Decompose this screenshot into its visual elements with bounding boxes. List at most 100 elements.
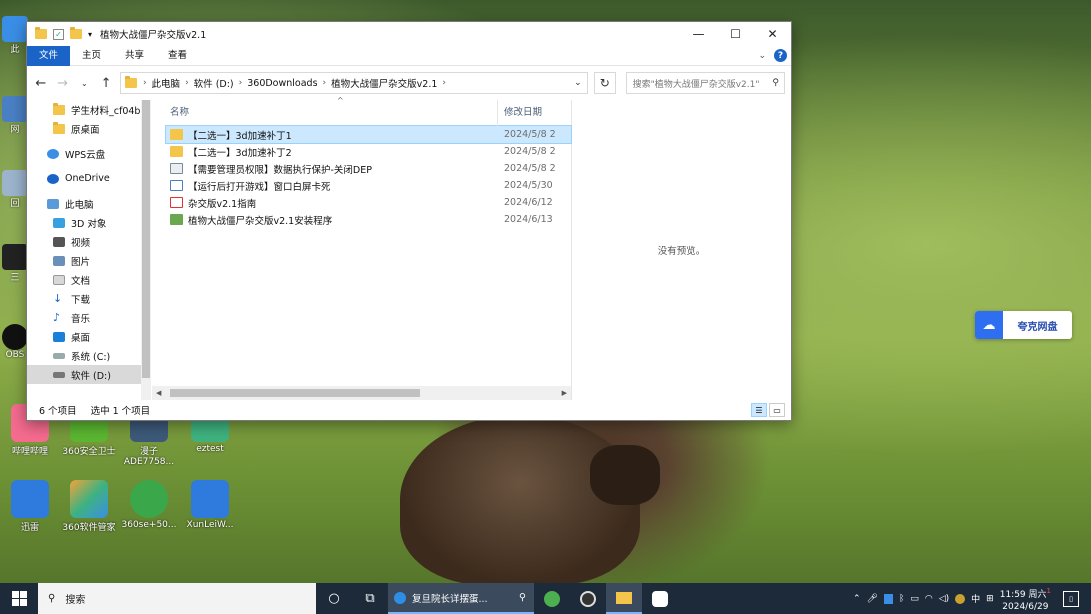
file-row[interactable]: 植物大战僵尸杂交版v2.1安装程序 2024/6/13 [152, 211, 571, 228]
cortana-icon[interactable]: ○ [316, 583, 352, 614]
recent-locations-icon[interactable]: ⌄ [76, 79, 92, 88]
file-row[interactable]: 杂交版v2.1指南 2024/6/12 [152, 194, 571, 211]
forward-button[interactable]: → [55, 76, 71, 91]
horizontal-scrollbar[interactable]: ◀ ▶ [152, 386, 571, 400]
nav-item-pictures[interactable]: 图片 [27, 251, 151, 270]
back-button[interactable]: ← [33, 76, 49, 91]
breadcrumb-drive-d[interactable]: 软件 (D:) [189, 76, 239, 90]
nav-item-downloads[interactable]: ↓ 下载 [27, 289, 151, 308]
netdisk-widget[interactable]: ☁ 夸克网盘 [975, 311, 1072, 339]
netdisk-label: 夸克网盘 [1017, 321, 1058, 333]
new-folder-icon[interactable] [70, 27, 82, 39]
minimize-button[interactable]: — [680, 22, 717, 46]
clock[interactable]: 11:59 周六1 2024/6/29 [1000, 585, 1051, 613]
up-button[interactable]: ↑ [98, 76, 114, 91]
microphone-icon[interactable]: 🎤︎ [867, 594, 878, 604]
nav-item-3d-objects[interactable]: 3D 对象 [27, 213, 151, 232]
scroll-right-icon[interactable]: ▶ [562, 389, 567, 397]
breadcrumb-this-pc[interactable]: 此电脑 [147, 76, 186, 90]
title-bar[interactable]: ✓ ▾ 植物大战僵尸杂交版v2.1 — ☐ ✕ [27, 22, 791, 46]
360-browser-icon[interactable] [534, 583, 570, 614]
navigation-pane: 学生材料_cf04b 原桌面 WPS云盘 OneDrive 此电脑 3D 对象 … [27, 100, 151, 400]
taskbar-edge-window[interactable]: 复旦院长详摆蛋... ⚲ [388, 583, 534, 614]
360-software-manager-icon [70, 480, 108, 518]
expand-ribbon-icon[interactable]: ⌄ [758, 51, 766, 61]
task-view-icon[interactable]: ⧉ [352, 583, 388, 614]
file-row[interactable]: 【需要管理员权限】数据执行保护-关闭DEP 2024/5/8 2 [152, 160, 571, 177]
quick-access-dropdown-icon[interactable]: ▾ [88, 30, 92, 39]
refresh-button[interactable]: ↻ [593, 72, 616, 94]
nav-item-this-pc[interactable]: 此电脑 [27, 194, 151, 213]
wifi-icon[interactable]: ◠ [925, 594, 933, 604]
nav-item-onedrive[interactable]: OneDrive [27, 169, 151, 188]
netdisk-taskbar-icon[interactable] [642, 583, 678, 614]
scrollbar-thumb[interactable] [142, 100, 150, 378]
device-icon[interactable]: ▭ [910, 594, 919, 604]
taskbar-search[interactable]: ⚲ 搜索 [38, 583, 316, 614]
nav-item-videos[interactable]: 视频 [27, 232, 151, 251]
cloud-icon [47, 173, 59, 184]
file-explorer-icon[interactable] [606, 583, 642, 614]
video-icon [53, 236, 65, 247]
drive-icon [53, 371, 65, 378]
download-icon: ↓ [53, 291, 63, 305]
nav-item[interactable]: 原桌面 [27, 119, 151, 138]
show-hidden-icons-icon[interactable]: ⌃ [853, 594, 861, 604]
close-button[interactable]: ✕ [754, 22, 791, 46]
music-icon: ♪ [53, 310, 61, 324]
nav-item-drive-c[interactable]: 系统 (C:) [27, 346, 151, 365]
maximize-button[interactable]: ☐ [717, 22, 754, 46]
tab-home[interactable]: 主页 [70, 46, 113, 66]
bluetooth-icon[interactable]: ᛒ [899, 594, 904, 604]
desktop-icon-xunlei[interactable]: 迅雷 [0, 480, 60, 533]
pdf-icon [170, 197, 183, 208]
item-count: 6 个项目 [39, 406, 77, 417]
large-icons-view-icon[interactable]: ▭ [769, 403, 785, 417]
file-list: ^ 名称 修改日期 【二选一】3d加速补丁1 2024/5/8 2 【二选一】3… [151, 96, 572, 400]
windows-logo-icon [11, 591, 27, 606]
preview-message: 没有预览。 [657, 246, 706, 257]
column-date[interactable]: 修改日期 [498, 100, 542, 126]
help-icon[interactable]: ? [774, 49, 787, 62]
file-row[interactable]: 【二选一】3d加速补丁2 2024/5/8 2 [152, 143, 571, 160]
details-view-icon[interactable]: ☰ [751, 403, 767, 417]
edge-icon [394, 591, 406, 604]
nav-scrollbar[interactable] [141, 100, 151, 400]
nav-item-desktop[interactable]: 桌面 [27, 327, 151, 346]
desktop-icon-xunleiw[interactable]: XunLeiW... [180, 480, 240, 530]
input-method-indicator[interactable]: 中 [971, 592, 980, 605]
volume-icon[interactable]: ◁) [939, 594, 949, 604]
file-row[interactable]: 【二选一】3d加速补丁1 2024/5/8 2 [165, 125, 572, 144]
nav-item-drive-d[interactable]: 软件 (D:) [27, 365, 151, 384]
address-bar[interactable]: › 此电脑 › 软件 (D:) › 360Downloads › 植物大战僵尸杂… [119, 72, 588, 94]
search-box[interactable]: 搜索"植物大战僵尸杂交版v2.1" ⚲ [625, 72, 785, 94]
column-name[interactable]: 名称 [152, 100, 498, 126]
ime-mode-icon[interactable]: ⊞ [986, 594, 994, 604]
tab-file[interactable]: 文件 [27, 45, 71, 66]
tab-view[interactable]: 查看 [156, 46, 199, 66]
obs-icon[interactable] [570, 583, 606, 614]
file-row[interactable]: 【运行后打开游戏】窗口白屏卡死 2024/5/30 [152, 177, 571, 194]
breadcrumb-current-folder[interactable]: 植物大战僵尸杂交版v2.1 [326, 76, 442, 90]
properties-icon[interactable]: ✓ [53, 28, 64, 40]
nav-item[interactable]: 学生材料_cf04b [27, 100, 151, 119]
folder-icon [170, 129, 183, 140]
nav-item-music[interactable]: ♪ 音乐 [27, 308, 151, 327]
desktop-icon-360-software[interactable]: 360软件管家 [59, 480, 119, 533]
nav-item-documents[interactable]: 文档 [27, 270, 151, 289]
xunlei-bird-icon [11, 480, 49, 518]
address-dropdown-icon[interactable]: ⌄ [569, 78, 587, 88]
app-tray-icon[interactable] [955, 593, 966, 604]
taskbar: ⚲ 搜索 ○ ⧉ 复旦院长详摆蛋... ⚲ ⌃ 🎤︎ ᛒ ▭ ◠ ◁) 中 ⊞ … [0, 583, 1091, 614]
tab-share[interactable]: 共享 [113, 46, 156, 66]
start-button[interactable] [0, 583, 38, 614]
action-center-icon[interactable]: ▯ [1063, 590, 1079, 607]
desktop-icon-360se[interactable]: 360se+50... [119, 480, 179, 530]
breadcrumb-360downloads[interactable]: 360Downloads [242, 78, 322, 89]
nav-item-wps-cloud[interactable]: WPS云盘 [27, 144, 151, 163]
window-title: 植物大战僵尸杂交版v2.1 [100, 30, 207, 41]
security-icon[interactable] [883, 593, 893, 604]
scrollbar-thumb[interactable] [170, 389, 420, 397]
installer-icon [170, 214, 183, 225]
scroll-left-icon[interactable]: ◀ [156, 389, 161, 397]
